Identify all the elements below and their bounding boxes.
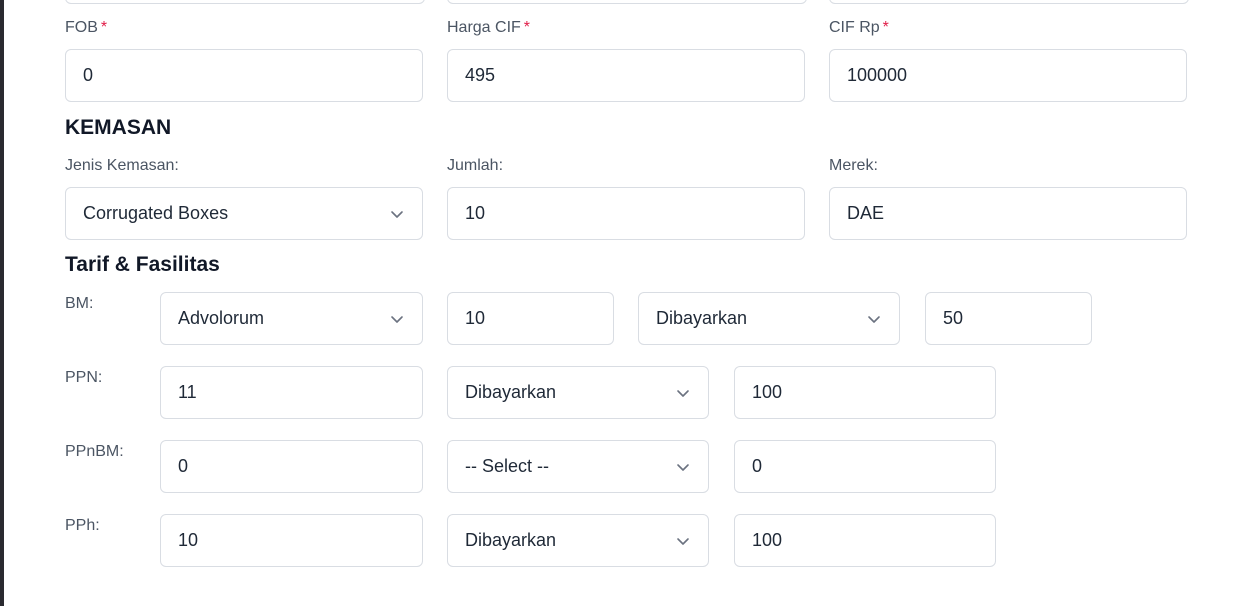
pph-rate-value: 10 bbox=[178, 530, 199, 550]
required-marker: * bbox=[882, 19, 889, 36]
pph-status-select[interactable]: Dibayarkan bbox=[447, 514, 709, 567]
bm-type-value: Advolorum bbox=[178, 308, 265, 328]
bm-rate-value: 10 bbox=[465, 308, 486, 328]
chevron-down-icon bbox=[866, 311, 882, 327]
cif-rp-value: 100000 bbox=[847, 65, 908, 85]
merek-value: DAE bbox=[847, 203, 885, 223]
harga-cif-value: 495 bbox=[465, 65, 496, 85]
chevron-down-icon bbox=[675, 385, 691, 401]
jenis-kemasan-value: Corrugated Boxes bbox=[83, 203, 229, 223]
ppn-label: PPN: bbox=[65, 369, 103, 386]
bm-label: BM: bbox=[65, 295, 94, 312]
pph-rate-input[interactable]: 10 bbox=[160, 514, 423, 567]
required-marker: * bbox=[523, 19, 531, 36]
bm-rate-input[interactable]: 10 bbox=[447, 292, 614, 345]
kemasan-section-title: KEMASAN bbox=[65, 116, 172, 139]
pph-percent-input[interactable]: 100 bbox=[734, 514, 996, 567]
bm-status-value: Dibayarkan bbox=[656, 308, 748, 328]
jumlah-input[interactable]: 10 bbox=[447, 187, 805, 240]
previous-field-stub[interactable] bbox=[447, 0, 807, 4]
harga-cif-label: Harga CIF * bbox=[447, 19, 531, 36]
fob-value: 0 bbox=[83, 65, 94, 85]
ppn-percent-input[interactable]: 100 bbox=[734, 366, 996, 419]
ppnbm-percent-value: 0 bbox=[752, 456, 763, 476]
merek-input[interactable]: DAE bbox=[829, 187, 1187, 240]
ppnbm-rate-input[interactable]: 0 bbox=[160, 440, 423, 493]
bm-percent-input[interactable]: 50 bbox=[925, 292, 1092, 345]
chevron-down-icon bbox=[389, 311, 405, 327]
required-marker: * bbox=[100, 19, 108, 36]
pph-status-value: Dibayarkan bbox=[465, 530, 557, 550]
cif-rp-label: CIF Rp * bbox=[829, 19, 889, 36]
jumlah-value: 10 bbox=[465, 203, 486, 223]
jenis-kemasan-select[interactable]: Corrugated Boxes bbox=[65, 187, 423, 240]
pph-label: PPh: bbox=[65, 517, 100, 534]
tarif-section-title: Tarif & Fasilitas bbox=[65, 253, 220, 276]
ppn-status-value: Dibayarkan bbox=[465, 382, 557, 402]
bm-status-select[interactable]: Dibayarkan bbox=[638, 292, 900, 345]
merek-label: Merek: bbox=[829, 157, 878, 174]
ppn-status-select[interactable]: Dibayarkan bbox=[447, 366, 709, 419]
pph-percent-value: 100 bbox=[752, 530, 783, 550]
ppnbm-status-value: -- Select -- bbox=[465, 456, 550, 476]
chevron-down-icon bbox=[389, 206, 405, 222]
ppn-rate-value: 11 bbox=[178, 382, 197, 402]
form-container: FOB * Harga CIF * CIF Rp * 0 495 100000 KEM… bbox=[0, 0, 1240, 606]
bm-percent-value: 50 bbox=[943, 308, 964, 328]
ppnbm-rate-value: 0 bbox=[178, 456, 189, 476]
fob-input[interactable]: 0 bbox=[65, 49, 423, 102]
previous-field-stub[interactable] bbox=[829, 0, 1189, 4]
chevron-down-icon bbox=[675, 533, 691, 549]
chevron-down-icon bbox=[675, 459, 691, 475]
harga-cif-input[interactable]: 495 bbox=[447, 49, 805, 102]
ppnbm-percent-input[interactable]: 0 bbox=[734, 440, 996, 493]
fob-label: FOB * bbox=[65, 19, 108, 36]
ppn-rate-input[interactable]: 11 bbox=[160, 366, 423, 419]
previous-field-stub[interactable] bbox=[65, 0, 425, 4]
bm-type-select[interactable]: Advolorum bbox=[160, 292, 423, 345]
ppn-percent-value: 100 bbox=[752, 382, 783, 402]
jumlah-label: Jumlah: bbox=[447, 157, 504, 174]
cif-rp-input[interactable]: 100000 bbox=[829, 49, 1187, 102]
ppnbm-label: PPnBM: bbox=[65, 443, 124, 460]
jenis-kemasan-label: Jenis Kemasan: bbox=[65, 157, 179, 174]
ppnbm-status-select[interactable]: -- Select -- bbox=[447, 440, 709, 493]
